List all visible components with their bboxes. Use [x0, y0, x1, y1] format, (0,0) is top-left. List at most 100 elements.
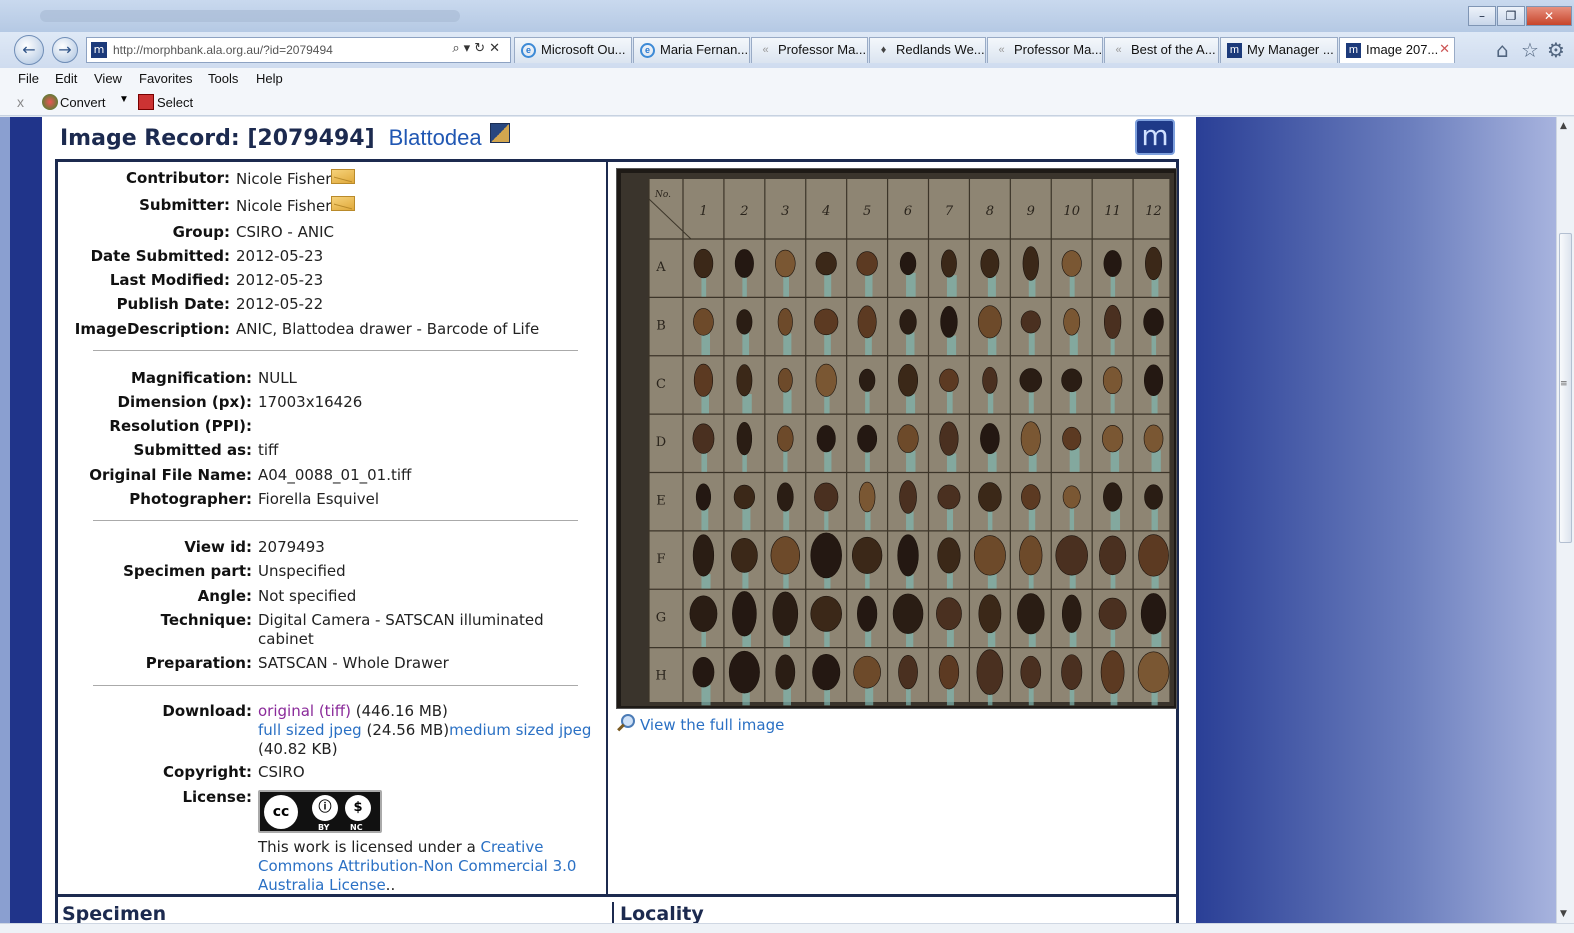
cockroach-specimen [1021, 484, 1041, 510]
specimen-label-tag [1028, 390, 1034, 414]
field-value[interactable]: Nicole Fisher [236, 196, 356, 216]
field-value[interactable]: CSIRO - ANIC [236, 223, 334, 242]
specimen-heading: Specimen [62, 903, 167, 923]
specimen-label-tag [824, 629, 830, 647]
taxon-tree-icon[interactable] [489, 123, 510, 143]
page-left-edge [0, 117, 10, 923]
email-envelope-icon[interactable] [331, 196, 356, 211]
field-value-text[interactable]: Nicole Fisher [236, 170, 331, 188]
record-image-column: No. 1 2 3 4 5 6 7 8 9 10 11 12 A B C D E F G H View the full… [610, 162, 1177, 894]
browser-tab[interactable]: « Professor Ma... [987, 37, 1103, 63]
cockroach-specimen [936, 597, 962, 631]
cockroach-specimen [689, 595, 718, 633]
cockroach-specimen [1099, 535, 1127, 576]
cockroach-specimen [1061, 654, 1083, 690]
menu-view[interactable]: View [94, 71, 122, 86]
close-tab-icon[interactable]: ✕ [1439, 41, 1450, 57]
menu-tools[interactable]: Tools [208, 71, 238, 86]
download-full-jpeg-link[interactable]: full sized jpeg [258, 721, 362, 739]
restore-button[interactable]: ❐ [1497, 6, 1525, 26]
drawer-thumbnail-image[interactable]: No. 1 2 3 4 5 6 7 8 9 10 11 12 A B C D E F G H [616, 168, 1177, 709]
scroll-down-arrow-icon[interactable]: ▼ [1560, 909, 1567, 919]
email-envelope-icon[interactable] [331, 169, 356, 184]
specimen-label-tag [1151, 277, 1159, 297]
field-value: 2012-05-22 [236, 295, 323, 314]
cockroach-specimen [898, 655, 918, 690]
specimen-label-tag [1110, 274, 1116, 297]
address-text[interactable]: http://morphbank.ala.org.au/?id=2079494 [113, 43, 333, 57]
scroll-up-arrow-icon[interactable]: ▲ [1560, 121, 1567, 131]
cockroach-specimen [1020, 310, 1041, 334]
settings-gear-icon[interactable]: ⚙ [1547, 38, 1565, 62]
specimen-label-tag [987, 336, 997, 356]
back-button[interactable]: ← [14, 35, 44, 65]
field-value-text[interactable]: CSIRO - ANIC [236, 223, 334, 241]
download-medium-jpeg-link[interactable]: medium sized jpeg [449, 721, 591, 739]
specimen-label-tag [783, 449, 788, 472]
field-value-text[interactable]: 2079493 [258, 538, 325, 556]
cockroach-specimen [772, 591, 799, 636]
forward-button[interactable]: → [52, 37, 78, 63]
close-toolbar-button[interactable]: x [17, 94, 24, 110]
menu-favorites[interactable]: Favorites [139, 71, 192, 86]
locality-heading: Locality [620, 903, 704, 923]
browser-tab[interactable]: m My Manager ... [1220, 37, 1338, 63]
convert-button[interactable]: Convert [42, 94, 106, 110]
field-value-text: 2012-05-23 [236, 271, 324, 289]
vertical-scrollbar[interactable]: ▲ ≡ ▼ [1556, 117, 1574, 923]
page-background [1196, 117, 1556, 923]
cockroach-specimen [775, 249, 796, 278]
row-label: C [656, 377, 666, 392]
cockroach-specimen [1062, 485, 1081, 509]
specimen-label-tag [701, 685, 711, 706]
cockroach-specimen [856, 251, 878, 276]
cockroach-specimen [1103, 250, 1122, 277]
pdf-select-icon [138, 94, 154, 110]
menu-file[interactable]: File [18, 71, 39, 86]
field-value-text: Digital Camera - SATSCAN illuminated cab… [258, 611, 544, 648]
creative-commons-badge[interactable]: cc ⓘ $ BY NC [258, 790, 382, 833]
horizontal-scrollbar[interactable] [0, 923, 1574, 933]
specimen-label-tag [906, 332, 915, 356]
menu-help[interactable]: Help [256, 71, 283, 86]
download-original-link[interactable]: original (tiff) [258, 702, 351, 720]
field-value-text[interactable]: Nicole Fisher [236, 197, 331, 215]
specimen-label-tag [1110, 509, 1121, 531]
taxon-link[interactable]: Blattodea [389, 125, 482, 150]
twitter-icon: « [998, 44, 1005, 56]
home-icon[interactable]: ⌂ [1496, 38, 1509, 62]
select-button[interactable]: Select [138, 94, 193, 110]
cockroach-specimen [1103, 304, 1122, 339]
field-value[interactable]: 2079493 [258, 538, 603, 557]
morphbank-logo[interactable]: m [1135, 119, 1175, 155]
address-tools[interactable]: ⌕▾↻✕ [452, 41, 504, 56]
cockroach-specimen [857, 595, 878, 632]
favorites-star-icon[interactable]: ☆ [1521, 38, 1539, 62]
specimen-label-tag [865, 335, 872, 356]
menu-edit[interactable]: Edit [55, 71, 77, 86]
browser-tab[interactable]: « Professor Ma... [751, 37, 868, 63]
address-bar[interactable]: m http://morphbank.ala.org.au/?id=207949… [86, 37, 511, 63]
specimen-label-tag [865, 686, 874, 706]
cockroach-specimen [897, 424, 919, 453]
cockroach-specimen [692, 534, 715, 577]
specimen-label-tag [1028, 572, 1034, 589]
field-value-text: Unspecified [258, 562, 346, 580]
column-label: 5 [863, 204, 871, 219]
column-divider [612, 902, 614, 923]
browser-tab[interactable]: e Microsoft Ou... [514, 37, 632, 63]
browser-tab[interactable]: e Maria Fernan... [633, 37, 750, 63]
cockroach-specimen [1017, 593, 1045, 635]
view-full-image-link[interactable]: View the full image [640, 716, 784, 734]
cockroach-specimen [1100, 650, 1125, 694]
specimen-label-tag [987, 573, 997, 589]
field-value[interactable]: Nicole Fisher [236, 169, 356, 189]
morphbank-icon: m [1346, 43, 1361, 58]
browser-tab[interactable]: ♦ Redlands We... [869, 37, 986, 63]
convert-dropdown-icon[interactable]: ▼ [119, 94, 129, 105]
minimize-button[interactable]: – [1468, 6, 1496, 26]
specimen-label-tag [865, 273, 873, 297]
browser-tab[interactable]: « Best of the A... [1104, 37, 1219, 63]
close-window-button[interactable]: ✕ [1526, 6, 1572, 26]
browser-tab[interactable]: m Image 207... ✕ [1339, 37, 1455, 63]
